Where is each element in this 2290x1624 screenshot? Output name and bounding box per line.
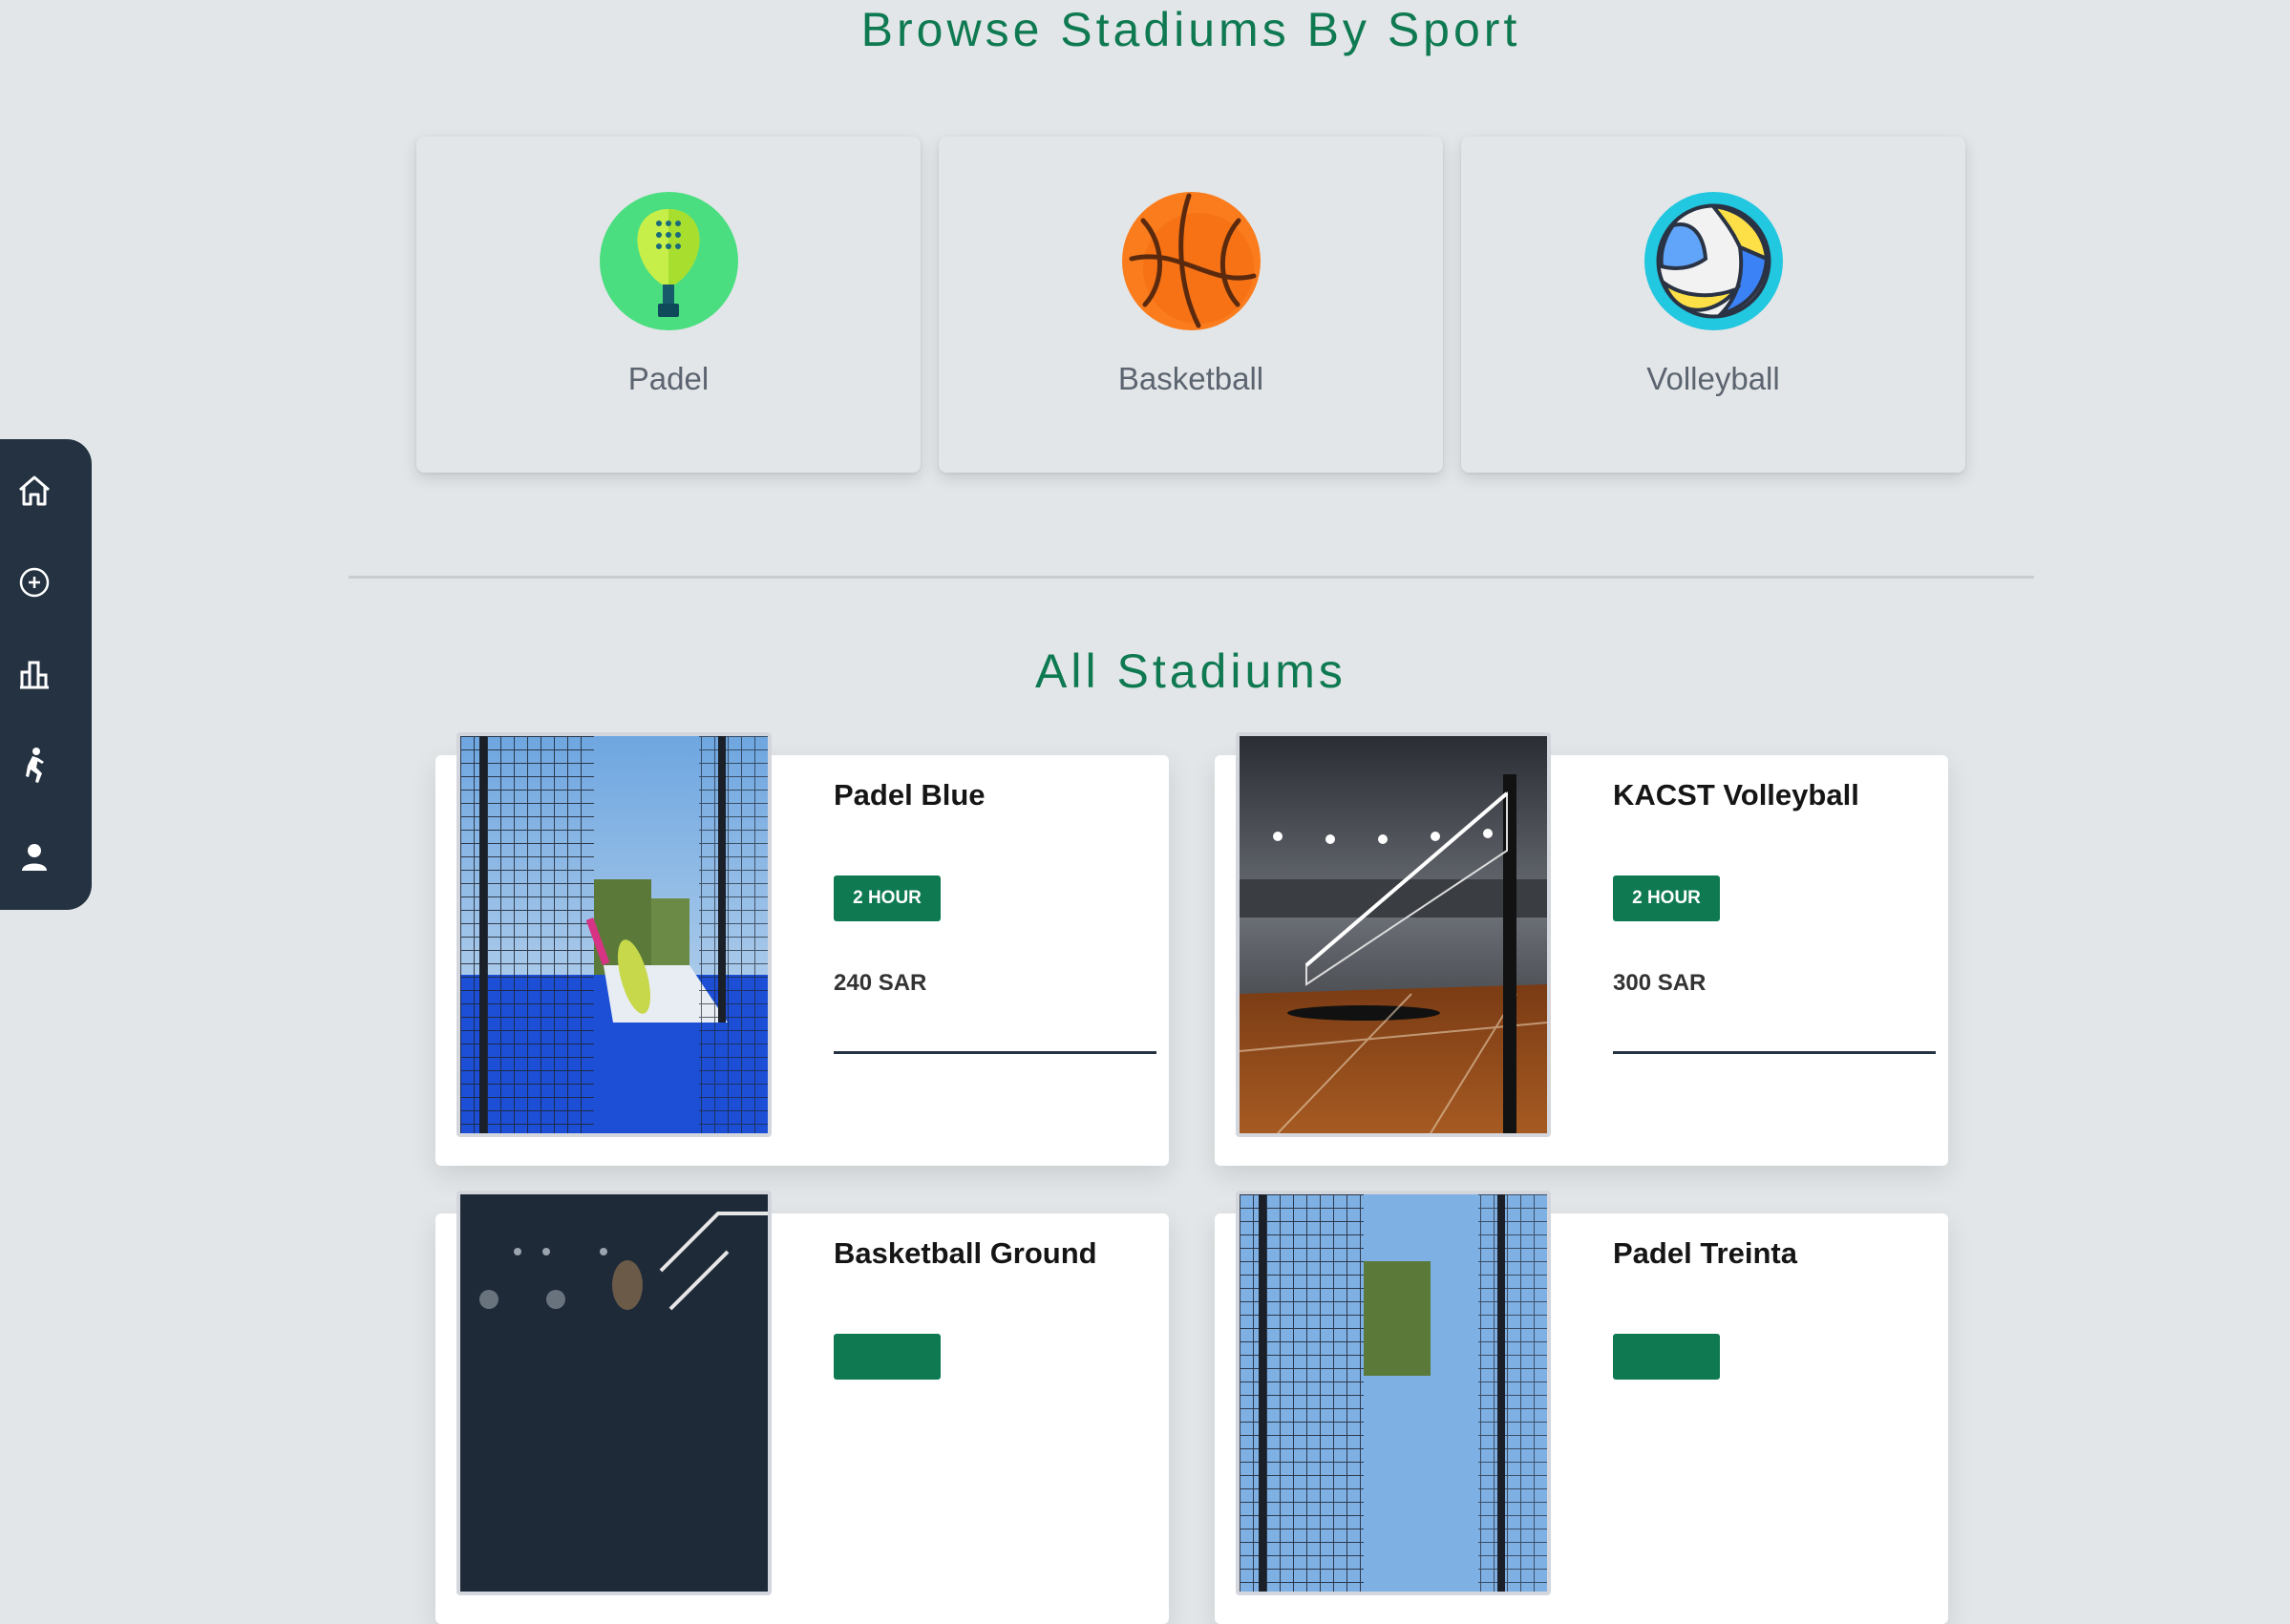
nav-home[interactable] xyxy=(11,468,57,514)
price-underline xyxy=(1613,1051,1936,1054)
chart-icon xyxy=(20,661,49,689)
stadium-card-kacst-volleyball[interactable]: KACST Volleyball 2 HOUR 300 SAR xyxy=(1215,732,1948,1166)
all-stadiums-title: All Stadiums xyxy=(1035,644,1346,698)
nav-players[interactable] xyxy=(11,743,57,789)
player-icon xyxy=(26,748,44,783)
duration-badge: 2 HOUR xyxy=(834,875,941,921)
duration-badge xyxy=(1613,1334,1720,1380)
home-icon xyxy=(19,475,50,506)
price-underline xyxy=(834,1051,1156,1054)
sport-card-basketball[interactable]: Basketball xyxy=(939,137,1443,473)
sport-card-volleyball[interactable]: Volleyball xyxy=(1461,137,1965,473)
stadium-name: Basketball Ground xyxy=(834,1236,1097,1270)
stadium-photo xyxy=(1236,732,1551,1137)
basketball-icon xyxy=(1122,192,1261,330)
sport-label: Volleyball xyxy=(1646,361,1780,396)
sport-label: Basketball xyxy=(1117,361,1264,396)
volleyball-icon xyxy=(1644,192,1783,330)
stadium-name: Padel Blue xyxy=(834,778,986,812)
stadium-card-basketball-ground[interactable]: Basketball Ground xyxy=(435,1191,1169,1624)
nav-stats[interactable] xyxy=(11,651,57,697)
sport-label: Padel xyxy=(627,361,710,396)
stadium-card-padel-blue[interactable]: Padel Blue 2 HOUR 240 SAR xyxy=(435,732,1169,1166)
sport-card-padel[interactable]: Padel xyxy=(416,137,921,473)
duration-badge xyxy=(834,1334,941,1380)
duration-badge: 2 HOUR xyxy=(1613,875,1720,921)
stadium-photo xyxy=(456,1191,772,1595)
browse-section-title: Browse Stadiums By Sport xyxy=(860,3,1521,56)
stadium-name: Padel Treinta xyxy=(1613,1236,1797,1270)
stadium-photo xyxy=(456,732,772,1137)
user-icon xyxy=(22,844,47,871)
add-circle-icon xyxy=(19,567,50,598)
nav-profile[interactable] xyxy=(11,834,57,880)
stadium-photo xyxy=(1236,1191,1551,1595)
padel-racket-icon xyxy=(600,192,738,330)
stadium-price: 300 SAR xyxy=(1613,970,1707,996)
sidebar-nav xyxy=(0,439,92,910)
stadium-name: KACST Volleyball xyxy=(1613,778,1859,812)
section-divider xyxy=(349,576,2034,579)
stadium-card-padel-treinta[interactable]: Padel Treinta xyxy=(1215,1191,1948,1624)
nav-add[interactable] xyxy=(11,559,57,605)
stadium-price: 240 SAR xyxy=(834,970,927,996)
